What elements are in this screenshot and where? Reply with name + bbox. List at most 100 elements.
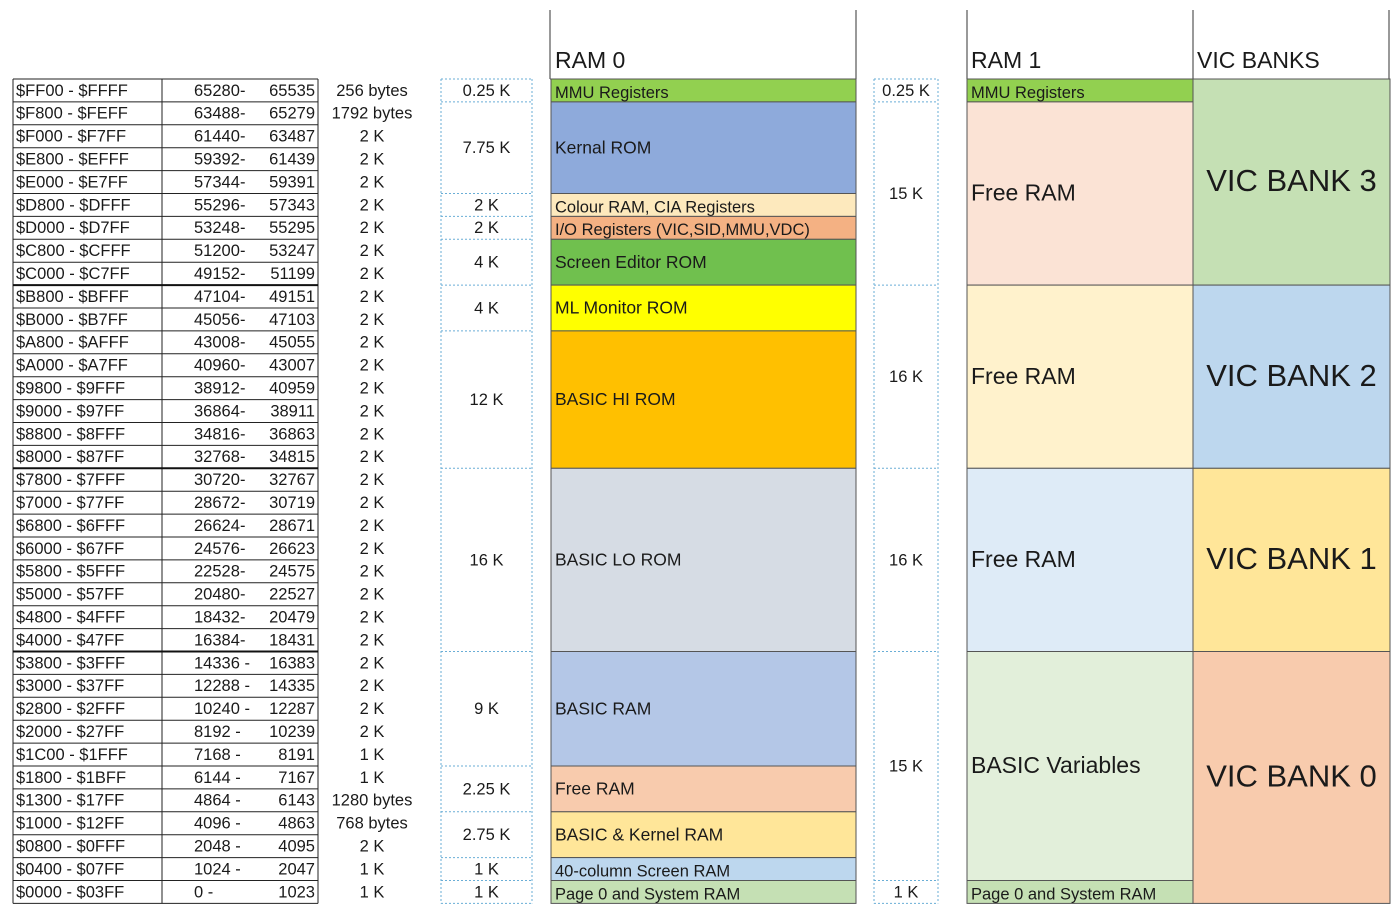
address-hex-range: $F000 - $F7FF bbox=[16, 128, 126, 146]
address-size: 2 K bbox=[360, 471, 385, 489]
address-decimal-to: 65279 bbox=[269, 105, 315, 123]
address-decimal-to: 61439 bbox=[269, 151, 315, 169]
address-decimal-to: 36863 bbox=[269, 425, 315, 443]
decimal-dash: - bbox=[240, 357, 246, 375]
address-decimal-to: 6143 bbox=[278, 792, 315, 810]
address-decimal-from: 59392 bbox=[194, 151, 240, 169]
size-label: 16 K bbox=[889, 551, 923, 569]
address-decimal-to: 20479 bbox=[269, 609, 315, 627]
address-hex-range: $1300 - $17FF bbox=[16, 792, 124, 810]
address-size: 2 K bbox=[360, 173, 385, 191]
ram0-block-label: BASIC RAM bbox=[555, 698, 651, 718]
address-size: 1280 bytes bbox=[332, 792, 413, 810]
address-size: 2 K bbox=[360, 128, 385, 146]
size-label: 16 K bbox=[470, 551, 504, 569]
ram0-block-label: Screen Editor ROM bbox=[555, 252, 707, 272]
decimal-dash: - bbox=[240, 425, 246, 443]
address-decimal-to: 12287 bbox=[269, 700, 315, 718]
address-size: 2 K bbox=[360, 242, 385, 260]
address-decimal-to: 26623 bbox=[269, 540, 315, 558]
decimal-dash: - bbox=[240, 105, 246, 123]
address-decimal-to: 47103 bbox=[269, 311, 315, 329]
decimal-dash: - bbox=[240, 471, 246, 489]
address-hex-range: $9800 - $9FFF bbox=[16, 380, 125, 398]
address-decimal-to: 30719 bbox=[269, 494, 315, 512]
address-hex-range: $6800 - $6FFF bbox=[16, 517, 125, 535]
address-size: 2 K bbox=[360, 838, 385, 856]
address-decimal-to: 51199 bbox=[270, 265, 315, 283]
address-decimal-to: 43007 bbox=[269, 357, 315, 375]
address-decimal-to: 59391 bbox=[269, 173, 315, 191]
address-hex-range: $B800 - $BFFF bbox=[16, 288, 129, 306]
size-label: 2 K bbox=[474, 219, 499, 237]
address-hex-range: $1C00 - $1FFF bbox=[16, 746, 128, 764]
address-hex-range: $D000 - $D7FF bbox=[16, 219, 130, 237]
address-decimal-from: 20480 bbox=[194, 586, 240, 604]
address-decimal-from: 36864 bbox=[194, 402, 240, 420]
decimal-dash: - bbox=[240, 151, 246, 169]
address-decimal-from: 38912 bbox=[194, 380, 240, 398]
size-label: 2 K bbox=[474, 196, 499, 214]
decimal-dash: - bbox=[240, 402, 246, 420]
address-decimal-from: 16384 bbox=[194, 631, 240, 649]
address-size: 2 K bbox=[360, 517, 385, 535]
address-decimal-from: 2048 - bbox=[194, 838, 241, 856]
decimal-dash: - bbox=[240, 448, 246, 466]
address-decimal-from: 12288 - bbox=[194, 677, 250, 695]
address-decimal-from: 8192 - bbox=[194, 723, 241, 741]
address-hex-range: $B000 - $B7FF bbox=[16, 311, 128, 329]
address-decimal-from: 43008 bbox=[194, 334, 240, 352]
address-decimal-from: 7168 - bbox=[194, 746, 241, 764]
size-label: 4 K bbox=[474, 299, 499, 317]
ram1-block-label: MMU Registers bbox=[971, 84, 1085, 102]
address-hex-range: $2000 - $27FF bbox=[16, 723, 124, 741]
address-decimal-to: 40959 bbox=[269, 380, 315, 398]
size-label: 7.75 K bbox=[463, 139, 511, 157]
address-decimal-from: 45056 bbox=[194, 311, 240, 329]
address-decimal-to: 4863 bbox=[278, 815, 315, 833]
address-size: 2 K bbox=[360, 494, 385, 512]
address-decimal-from: 6144 - bbox=[194, 769, 241, 787]
decimal-dash: - bbox=[240, 380, 246, 398]
address-decimal-to: 14335 bbox=[269, 677, 315, 695]
decimal-dash: - bbox=[240, 563, 246, 581]
size-label: 2.75 K bbox=[463, 826, 511, 844]
address-hex-range: $E800 - $EFFF bbox=[16, 151, 129, 169]
address-hex-range: $4000 - $47FF bbox=[16, 631, 124, 649]
address-hex-range: $A000 - $A7FF bbox=[16, 357, 128, 375]
address-decimal-to: 34815 bbox=[269, 448, 315, 466]
size-label: 1 K bbox=[474, 860, 499, 878]
address-decimal-to: 32767 bbox=[269, 471, 315, 489]
address-decimal-from: 49152 bbox=[194, 265, 240, 283]
address-size: 2 K bbox=[360, 540, 385, 558]
address-hex-range: $9000 - $97FF bbox=[16, 402, 124, 420]
decimal-dash: - bbox=[240, 288, 246, 306]
decimal-dash: - bbox=[240, 631, 246, 649]
address-decimal-to: 18431 bbox=[269, 631, 315, 649]
size-label: 4 K bbox=[474, 254, 499, 272]
vic-bank-label: VIC BANK 1 bbox=[1206, 541, 1377, 576]
address-hex-range: $C800 - $CFFF bbox=[16, 242, 131, 260]
decimal-dash: - bbox=[240, 265, 246, 283]
address-hex-range: $6000 - $67FF bbox=[16, 540, 124, 558]
ram0-block-label: BASIC LO ROM bbox=[555, 550, 681, 570]
address-decimal-to: 57343 bbox=[269, 196, 315, 214]
decimal-dash: - bbox=[240, 128, 246, 146]
address-decimal-to: 38911 bbox=[270, 402, 315, 420]
address-decimal-from: 32768 bbox=[194, 448, 240, 466]
decimal-dash: - bbox=[240, 494, 246, 512]
ram0-block-label: MMU Registers bbox=[555, 84, 669, 102]
ram0-block-label: I/O Registers (VIC,SID,MMU,VDC) bbox=[555, 221, 810, 239]
address-size: 2 K bbox=[360, 196, 385, 214]
decimal-dash: - bbox=[240, 334, 246, 352]
address-decimal-from: 4864 - bbox=[194, 792, 241, 810]
address-hex-range: $3800 - $3FFF bbox=[16, 654, 125, 672]
address-decimal-to: 10239 bbox=[269, 723, 315, 741]
address-size: 2 K bbox=[360, 357, 385, 375]
address-hex-range: $A800 - $AFFF bbox=[16, 334, 129, 352]
address-decimal-from: 24576 bbox=[194, 540, 240, 558]
address-hex-range: $E000 - $E7FF bbox=[16, 173, 128, 191]
address-size: 2 K bbox=[360, 609, 385, 627]
vic-bank-label: VIC BANK 0 bbox=[1206, 759, 1377, 794]
address-size: 1 K bbox=[360, 883, 385, 901]
